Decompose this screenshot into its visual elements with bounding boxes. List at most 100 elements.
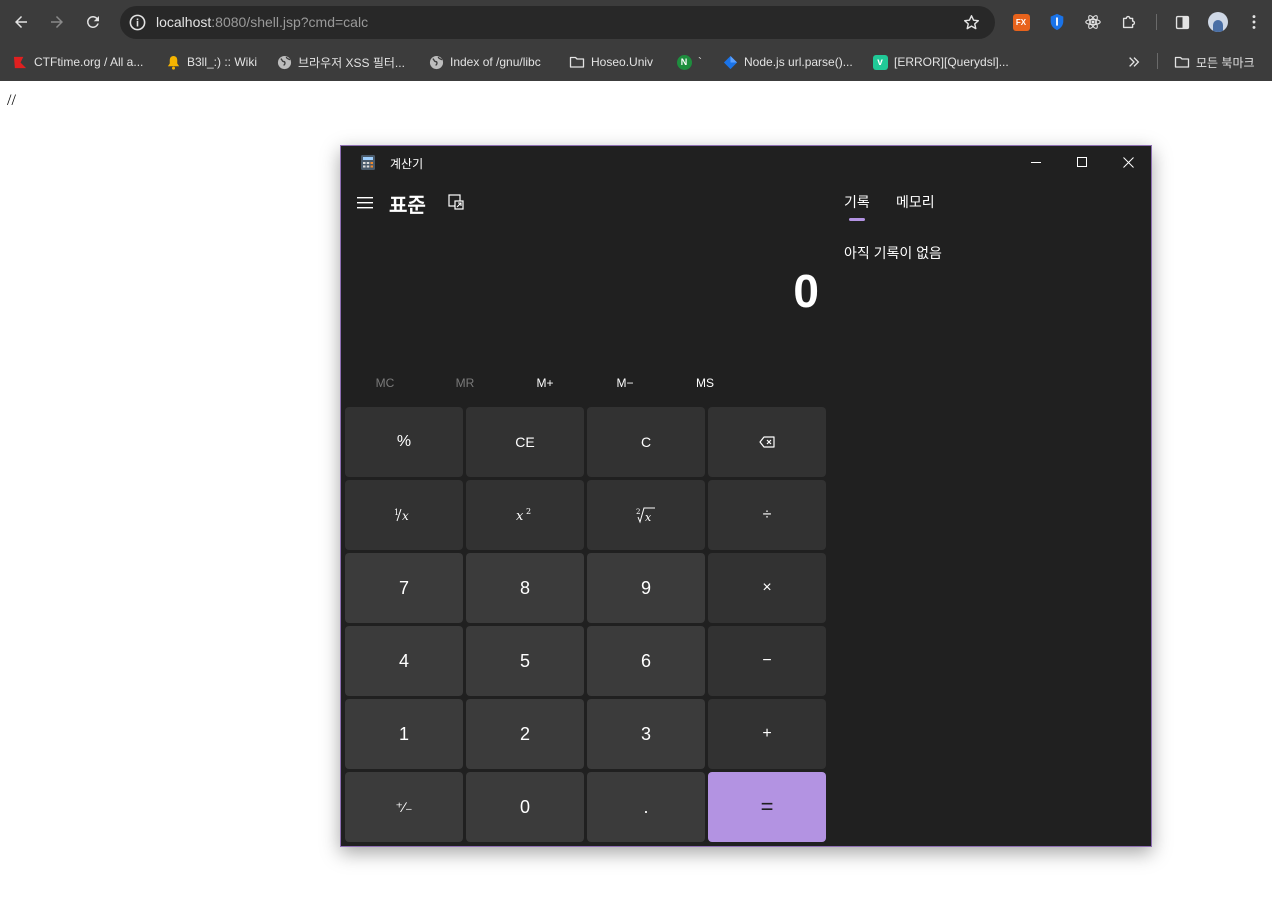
result-display: 0 (793, 265, 819, 317)
maximize-icon (1077, 157, 1087, 167)
bookmark-item[interactable]: N ` (676, 52, 702, 72)
key-label: 0 (519, 796, 530, 817)
square-root-button[interactable]: 2x (587, 480, 705, 550)
digit-0-button[interactable]: 0 (466, 772, 584, 842)
key-label: 9 (640, 577, 651, 598)
minimize-button[interactable] (1013, 146, 1059, 178)
digit-6-button[interactable]: 6 (587, 626, 705, 696)
toolbar-divider (1156, 14, 1157, 30)
bookmark-item[interactable]: v [ERROR][Querydsl]... (872, 52, 1009, 72)
subtract-button[interactable]: − (708, 626, 826, 696)
globe-icon (428, 54, 444, 70)
url-path: :8080/shell.jsp?cmd=calc (211, 14, 369, 30)
memory-store-button[interactable]: MS (665, 368, 745, 398)
square-root-icon: 2x (636, 507, 655, 524)
digit-1-button[interactable]: 1 (345, 699, 463, 769)
extension-shield-icon[interactable] (1047, 12, 1067, 32)
extensions-puzzle-icon[interactable] (1119, 12, 1139, 32)
square-button[interactable]: x2 (466, 480, 584, 550)
minimize-icon (1031, 162, 1041, 163)
side-panel-icon[interactable] (1172, 12, 1192, 32)
memory-add-button[interactable]: M+ (505, 368, 585, 398)
bookmark-item[interactable]: B3ll_:) :: Wiki (165, 52, 257, 72)
memory-recall-button[interactable]: MR (425, 368, 505, 398)
digit-5-button[interactable]: 5 (466, 626, 584, 696)
active-tab-indicator (849, 218, 865, 221)
multiply-button[interactable]: × (708, 553, 826, 623)
calculator-titlebar[interactable]: 계산기 (341, 146, 1151, 178)
tab-history[interactable]: 기록 (844, 192, 870, 212)
key-label: 3 (640, 723, 651, 744)
bookmark-star-icon[interactable] (962, 13, 981, 32)
all-bookmarks-button[interactable]: 모든 북마크 (1174, 52, 1255, 72)
arrow-left-icon (15, 16, 27, 28)
bookmark-item[interactable]: Index of /gnu/libc (428, 52, 541, 72)
bookmarks-divider (1157, 53, 1158, 69)
extension-fx-icon[interactable]: FX (1011, 12, 1031, 32)
percent-button[interactable]: % (345, 407, 463, 477)
bookmark-folder[interactable]: Hoseo.Univ (569, 52, 653, 72)
key-label: ⁺∕₋ (395, 798, 413, 815)
back-button[interactable] (8, 9, 34, 35)
key-label: 1 (398, 723, 409, 744)
address-bar[interactable]: localhost:8080/shell.jsp?cmd=calc (120, 6, 995, 39)
profile-avatar[interactable] (1208, 12, 1228, 32)
diamond-icon (722, 54, 738, 70)
close-button[interactable] (1105, 146, 1151, 178)
key-label: C (640, 434, 652, 450)
url-host: localhost (156, 14, 212, 30)
mode-title: 표준 (389, 195, 426, 217)
clear-entry-button[interactable]: CE (466, 407, 584, 477)
bookmark-item[interactable]: 브라우저 XSS 필터... (276, 52, 405, 72)
digit-9-button[interactable]: 9 (587, 553, 705, 623)
bookmark-label: 브라우저 XSS 필터... (298, 55, 405, 70)
history-empty-message: 아직 기록이 없음 (844, 245, 942, 261)
bookmark-label: [ERROR][Querydsl]... (894, 55, 1009, 69)
digit-2-button[interactable]: 2 (466, 699, 584, 769)
ctftime-icon (12, 54, 28, 70)
memory-clear-button[interactable]: MC (345, 368, 425, 398)
key-label: % (396, 433, 412, 450)
reload-button[interactable] (80, 9, 106, 35)
equals-button[interactable]: = (708, 772, 826, 842)
bookmarks-bar: CTFtime.org / All a... B3ll_:) :: Wiki 브… (0, 44, 1272, 81)
key-label: 8 (519, 577, 530, 598)
reciprocal-button[interactable]: 1x (345, 480, 463, 550)
decimal-button[interactable]: . (587, 772, 705, 842)
digit-4-button[interactable]: 4 (345, 626, 463, 696)
url-text: localhost:8080/shell.jsp?cmd=calc (156, 14, 368, 30)
arrow-right-icon (51, 16, 63, 28)
keep-on-top-icon[interactable] (448, 194, 464, 210)
extension-react-icon[interactable] (1083, 12, 1103, 32)
close-icon (1122, 156, 1134, 168)
browser-toolbar: localhost:8080/shell.jsp?cmd=calc FX (0, 0, 1272, 44)
key-label: 2 (519, 723, 530, 744)
memory-subtract-button[interactable]: M− (585, 368, 665, 398)
bookmark-item[interactable]: CTFtime.org / All a... (12, 52, 143, 72)
bookmarks-overflow-button[interactable] (1126, 52, 1142, 72)
bookmark-item[interactable]: Node.js url.parse()... (722, 52, 853, 72)
reload-icon (86, 15, 99, 28)
divide-button[interactable]: ÷ (708, 480, 826, 550)
maximize-button[interactable] (1059, 146, 1105, 178)
svg-text:2: 2 (636, 508, 640, 516)
svg-text:x: x (402, 509, 409, 523)
backspace-button[interactable] (708, 407, 826, 477)
clear-button[interactable]: C (587, 407, 705, 477)
negate-button[interactable]: ⁺∕₋ (345, 772, 463, 842)
browser-menu-icon[interactable] (1244, 12, 1264, 32)
navigation-menu-icon[interactable] (357, 196, 375, 210)
digit-8-button[interactable]: 8 (466, 553, 584, 623)
digit-3-button[interactable]: 3 (587, 699, 705, 769)
bookmark-label: Index of /gnu/libc (450, 55, 541, 69)
bookmark-label: CTFtime.org / All a... (34, 55, 144, 69)
add-button[interactable]: + (708, 699, 826, 769)
tab-memory[interactable]: 메모리 (896, 192, 935, 212)
bookmark-label: Node.js url.parse()... (744, 55, 853, 69)
backspace-icon (759, 436, 775, 448)
bell-icon (165, 54, 181, 70)
forward-button[interactable] (44, 9, 70, 35)
site-info-icon[interactable] (128, 13, 147, 32)
key-label: 4 (398, 650, 409, 671)
digit-7-button[interactable]: 7 (345, 553, 463, 623)
